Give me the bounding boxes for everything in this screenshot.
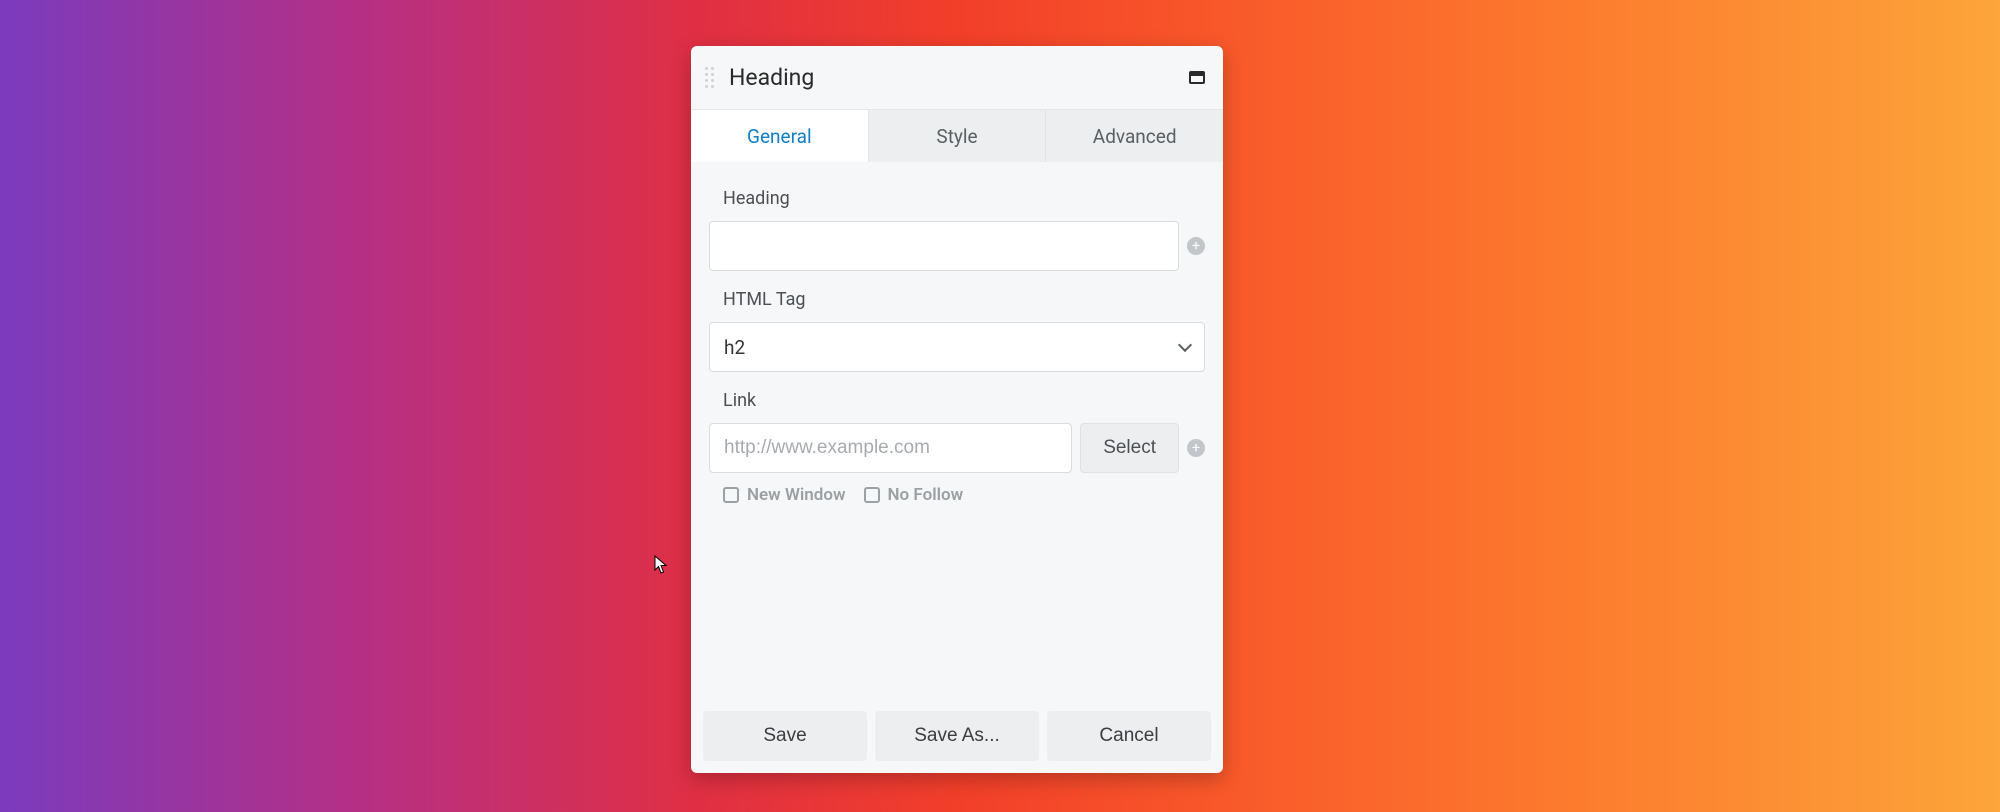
plus-icon[interactable]: + (1187, 439, 1205, 457)
new-window-checkbox[interactable]: New Window (723, 485, 846, 505)
checkbox-icon (723, 487, 739, 503)
window-icon[interactable] (1189, 71, 1205, 84)
tab-general[interactable]: General (691, 110, 869, 162)
link-row: Select + (709, 423, 1205, 473)
drag-handle-icon[interactable] (705, 64, 719, 92)
heading-row: + (709, 221, 1205, 271)
panel-header: Heading (691, 46, 1223, 110)
link-options: New Window No Follow (723, 485, 1205, 505)
checkbox-icon (864, 487, 880, 503)
no-follow-checkbox[interactable]: No Follow (864, 485, 964, 505)
htmltag-row: h2 (709, 322, 1205, 372)
plus-icon[interactable]: + (1187, 237, 1205, 255)
new-window-label: New Window (747, 485, 846, 505)
htmltag-value: h2 (724, 336, 745, 359)
chevron-down-icon (1178, 338, 1192, 352)
panel-footer: Save Save As... Cancel (691, 699, 1223, 773)
save-button[interactable]: Save (703, 711, 867, 761)
htmltag-field-label: HTML Tag (723, 289, 1205, 310)
no-follow-label: No Follow (888, 485, 964, 505)
link-field-label: Link (723, 390, 1205, 411)
tab-style[interactable]: Style (869, 110, 1047, 162)
tabs: General Style Advanced (691, 110, 1223, 162)
select-button[interactable]: Select (1080, 423, 1179, 473)
cancel-button[interactable]: Cancel (1047, 711, 1211, 761)
panel-body: Heading + HTML Tag h2 Link Select + New … (691, 162, 1223, 699)
heading-field-label: Heading (723, 188, 1205, 209)
heading-settings-panel: Heading General Style Advanced Heading +… (691, 46, 1223, 773)
panel-title: Heading (729, 64, 1189, 91)
tab-advanced[interactable]: Advanced (1046, 110, 1223, 162)
cursor-icon (654, 555, 668, 575)
htmltag-select[interactable]: h2 (709, 322, 1205, 372)
save-as-button[interactable]: Save As... (875, 711, 1039, 761)
heading-input[interactable] (709, 221, 1179, 271)
link-input[interactable] (709, 423, 1072, 473)
